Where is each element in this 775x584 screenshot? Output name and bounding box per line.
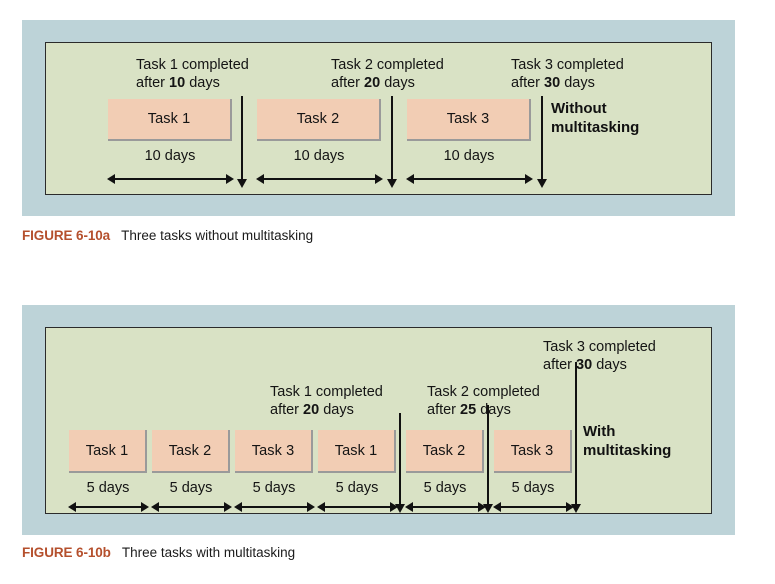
completion-suffix: days <box>380 75 415 91</box>
task-box: Task 1 <box>69 430 147 473</box>
figure-b-caption-id: FIGURE 6-10b <box>22 545 111 560</box>
mode-label-line1: With <box>583 423 616 440</box>
figure-a-caption-text: Three tasks without multitasking <box>121 228 314 243</box>
duration-label: 10 days <box>443 148 495 164</box>
completion-prefix: after <box>270 402 304 418</box>
completion-label-task1-line2: after 10 days <box>136 74 249 92</box>
task-box-label: Task 1 <box>147 111 191 127</box>
completion-prefix: after <box>511 75 545 91</box>
task-box-label: Task 2 <box>168 442 212 459</box>
duration-label: 10 days <box>293 148 345 164</box>
task-box-label: Task 3 <box>510 442 554 459</box>
duration-label: 5 days <box>335 480 379 496</box>
completion-label-task3-line2: after 30 days <box>511 74 624 92</box>
completion-days: 20 <box>364 75 381 91</box>
completion-arrow-task2 <box>386 96 398 188</box>
completion-arrow-task3 <box>536 96 548 188</box>
completion-prefix: after <box>427 402 461 418</box>
completion-suffix: days <box>185 75 220 91</box>
task-box: Task 2 <box>257 99 381 141</box>
duration-label: 5 days <box>86 480 130 496</box>
completion-days: 30 <box>544 75 561 91</box>
duration-arrow <box>234 501 315 512</box>
task-box-label: Task 1 <box>334 442 378 459</box>
task-box: Task 2 <box>406 430 484 473</box>
completion-label-task3: Task 3 completed after 30 days <box>511 56 624 92</box>
figure-without-multitasking: Task 1 completed after 10 days Task 2 co… <box>0 0 775 260</box>
completion-label-task1: Task 1 completed after 10 days <box>136 56 249 92</box>
completion-prefix: after <box>331 75 365 91</box>
duration-label: 10 days <box>144 148 196 164</box>
duration-arrow <box>493 501 574 512</box>
duration-arrow <box>256 173 383 184</box>
task-box: Task 3 <box>494 430 572 473</box>
completion-label-task2: Task 2 completed after 20 days <box>331 56 444 92</box>
completion-label-task3: Task 3 completed after 30 days <box>543 338 656 374</box>
duration-label: 5 days <box>252 480 296 496</box>
duration-arrow <box>107 173 234 184</box>
completion-label-task1: Task 1 completed after 20 days <box>270 383 383 419</box>
figure-b-caption: FIGURE 6-10b Three tasks with multitaskin… <box>22 545 295 560</box>
mode-label-line2: multitasking <box>583 442 672 459</box>
completion-suffix: days <box>319 402 354 418</box>
task-box-label: Task 3 <box>446 111 490 127</box>
task-box-label: Task 2 <box>422 442 466 459</box>
completion-arrow-task2 <box>482 405 494 513</box>
task-box-label: Task 2 <box>296 111 340 127</box>
completion-label-task2-line1: Task 2 completed <box>331 57 444 73</box>
figure-a-caption: FIGURE 6-10a Three tasks without multitas… <box>22 228 313 243</box>
mode-label-without-multitasking: Without multitasking <box>551 99 639 137</box>
task-box-label: Task 1 <box>85 442 129 459</box>
duration-label: 5 days <box>511 480 555 496</box>
task-box-label: Task 3 <box>251 442 295 459</box>
duration-arrow <box>406 173 533 184</box>
duration-arrow <box>68 501 149 512</box>
duration-label: 5 days <box>169 480 213 496</box>
mode-label-line2: multitasking <box>551 119 640 136</box>
figure-a-caption-id: FIGURE 6-10a <box>22 228 111 243</box>
completion-arrow-task1 <box>236 96 248 188</box>
completion-days: 25 <box>460 402 477 418</box>
completion-label-task1-line1: Task 1 completed <box>270 384 383 400</box>
duration-arrow <box>405 501 486 512</box>
completion-arrow-task1 <box>394 413 406 513</box>
completion-label-task3-line1: Task 3 completed <box>543 339 656 355</box>
completion-prefix: after <box>136 75 170 91</box>
task-box: Task 1 <box>108 99 232 141</box>
task-box: Task 2 <box>152 430 230 473</box>
completion-label-task2-line1: Task 2 completed <box>427 384 540 400</box>
task-box: Task 3 <box>407 99 531 141</box>
duration-arrow <box>317 501 398 512</box>
completion-label-task2-line2: after 20 days <box>331 74 444 92</box>
figure-with-multitasking: Task 3 completed after 30 days Task 1 co… <box>0 290 775 584</box>
figure-b-caption-text: Three tasks with multitasking <box>121 545 296 560</box>
completion-suffix: days <box>560 75 595 91</box>
completion-days: 20 <box>303 402 320 418</box>
completion-label-task3-line2: after 30 days <box>543 356 656 374</box>
completion-suffix: days <box>592 357 627 373</box>
duration-label: 5 days <box>423 480 467 496</box>
completion-label-task1-line2: after 20 days <box>270 401 383 419</box>
duration-arrow <box>151 501 232 512</box>
mode-label-line1: Without <box>551 100 607 117</box>
completion-label-task3-line1: Task 3 completed <box>511 57 624 73</box>
completion-label-task1-line1: Task 1 completed <box>136 57 249 73</box>
mode-label-with-multitasking: With multitasking <box>583 422 671 460</box>
task-box: Task 3 <box>235 430 313 473</box>
task-box: Task 1 <box>318 430 396 473</box>
completion-days: 10 <box>169 75 186 91</box>
